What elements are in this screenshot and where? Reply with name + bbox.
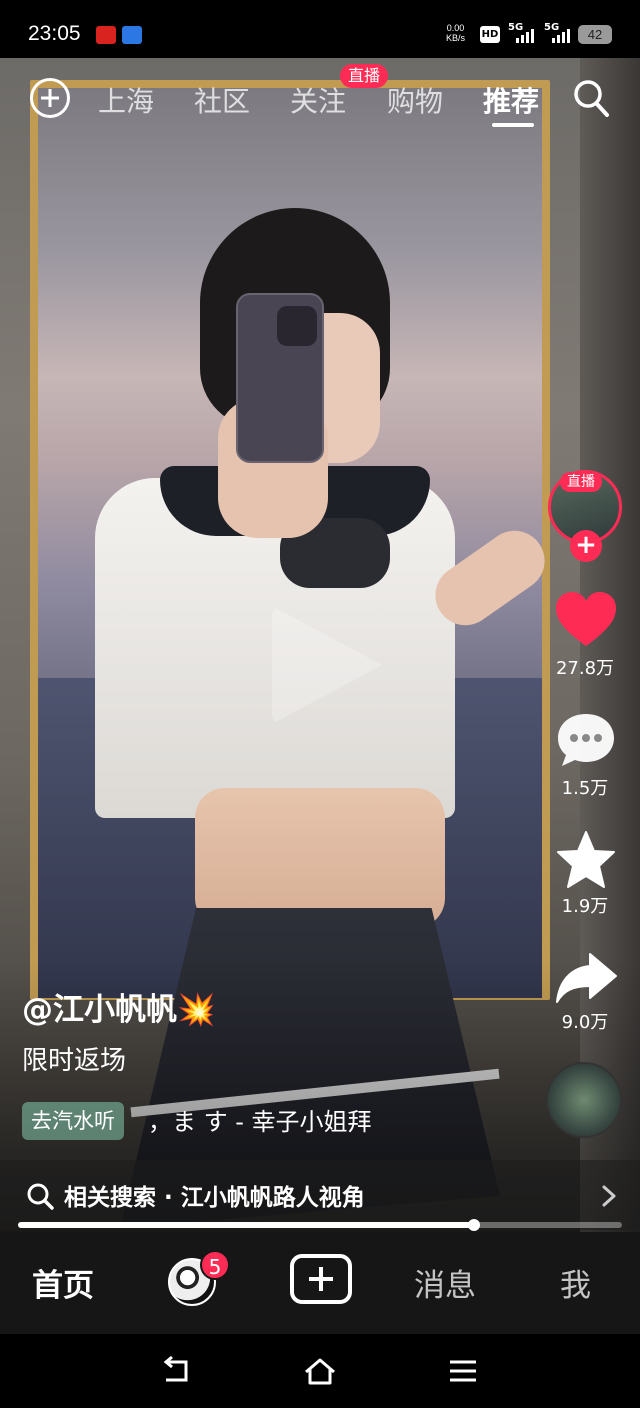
progress-knob[interactable] <box>468 1219 481 1231</box>
comment-count: 1.5万 <box>561 778 609 799</box>
related-search-text: 相关搜索 · 江小帆帆路人视角 <box>64 1185 365 1211</box>
progress-fill <box>18 1222 475 1228</box>
active-tab-indicator <box>492 123 534 127</box>
live-badge-avatar: 直播 <box>560 472 602 492</box>
music-title[interactable]: ，ま す - 幸子小姐拜 <box>148 1104 398 1140</box>
tab-home[interactable]: 首页 <box>32 1260 94 1305</box>
playback-progress[interactable] <box>18 1219 622 1231</box>
tab-community[interactable]: 社区 <box>194 80 250 120</box>
notification-badge: 5 <box>200 1250 230 1280</box>
live-badge: 直播 <box>340 64 389 88</box>
author-name[interactable]: @江小帆帆💥 <box>22 984 216 1029</box>
follow-button[interactable]: + <box>570 530 602 562</box>
comment-icon[interactable] <box>554 710 618 770</box>
search-icon <box>27 1183 54 1210</box>
star-icon[interactable] <box>554 830 618 890</box>
tab-messages[interactable]: 消息 <box>414 1260 476 1305</box>
search-icon[interactable] <box>572 78 610 118</box>
bottom-tab-bar: 首页 5 消息 我 <box>0 1232 640 1334</box>
tab-recommended[interactable]: 推荐 <box>483 80 539 120</box>
tab-shanghai[interactable]: 上海 <box>98 80 154 120</box>
tab-shopping[interactable]: 购物 <box>387 80 443 120</box>
related-search-bar[interactable]: 相关搜索 · 江小帆帆路人视角 <box>0 1160 640 1230</box>
tab-me[interactable]: 我 <box>560 1260 591 1305</box>
network-speed: 0.00 KB/s <box>446 23 466 43</box>
chevron-right-icon <box>602 1185 616 1207</box>
share-icon[interactable] <box>554 948 618 1008</box>
back-icon[interactable] <box>160 1356 194 1386</box>
tab-following[interactable]: 关注 <box>290 80 346 120</box>
battery-icon: 42 <box>578 25 612 44</box>
music-disc[interactable] <box>546 1062 622 1138</box>
share-count: 9.0万 <box>561 1012 609 1033</box>
video-description: 限时返场 <box>22 1046 127 1076</box>
menu-icon[interactable] <box>446 1356 480 1386</box>
burst-emoji: 💥 <box>177 992 216 1028</box>
create-button[interactable] <box>290 1254 352 1304</box>
signal-icon-2 <box>552 26 572 43</box>
add-circle-icon[interactable] <box>30 78 70 118</box>
favorite-count: 1.9万 <box>561 896 609 917</box>
notification-app-icon-2 <box>122 26 142 44</box>
top-nav: 上海 社区 关注 直播 购物 推荐 <box>0 64 640 130</box>
like-count: 27.8万 <box>555 658 615 679</box>
system-nav-bar <box>0 1334 640 1408</box>
status-time: 23:05 <box>28 22 81 45</box>
status-bar: 23:05 0.00 KB/s HD 5G 5G 42 <box>0 0 640 58</box>
notification-app-icon <box>96 26 116 44</box>
music-listen-button[interactable]: 去汽水听 <box>22 1102 124 1140</box>
home-icon[interactable] <box>303 1356 337 1386</box>
signal-icon <box>516 26 536 43</box>
hd-voice-icon: HD <box>480 26 500 43</box>
heart-icon[interactable] <box>554 590 618 650</box>
